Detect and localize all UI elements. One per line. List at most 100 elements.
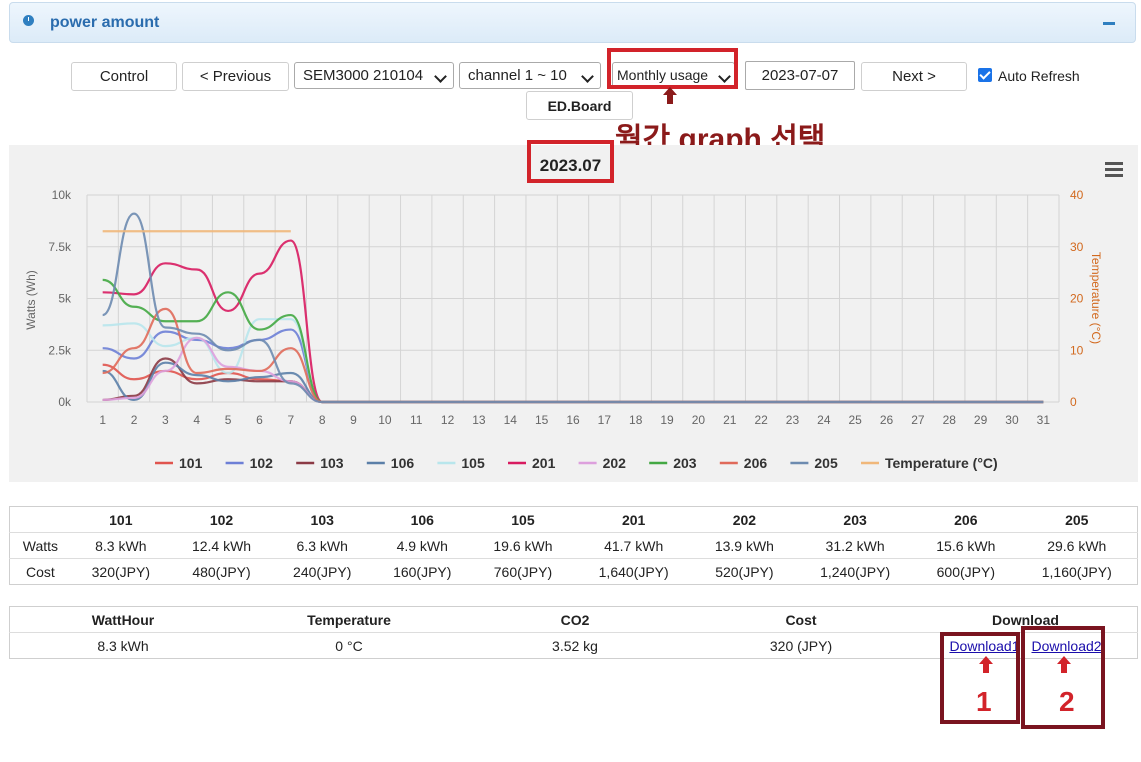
x-tick-label: 15 <box>535 413 549 427</box>
x-tick-label: 4 <box>193 413 200 427</box>
column-header: 102 <box>209 511 234 528</box>
legend-label: 106 <box>391 455 415 471</box>
x-tick-label: 11 <box>410 413 423 427</box>
y-axis-label: Watts (Wh) <box>24 270 38 330</box>
column-header: Temperature <box>307 611 391 628</box>
y2-tick-label: 30 <box>1070 240 1084 254</box>
chart-legend: 101 102 103 106 105 201 202 203 206 205 Temperatur… <box>155 455 998 471</box>
table-row: Watts 8.3 kWh 12.4 kWh 6.3 kWh 4.9 kWh 19.6 k… <box>9 532 1138 559</box>
legend-label: 202 <box>603 455 627 471</box>
legend-label: 101 <box>179 455 203 471</box>
column-header: 105 <box>511 511 535 528</box>
column-header: 101 <box>109 511 133 528</box>
x-tick-label: 23 <box>786 413 800 427</box>
table-cell: 1,640(JPY) <box>573 558 694 585</box>
y-tick-label: 10k <box>52 188 72 202</box>
x-tick-label: 18 <box>629 413 643 427</box>
x-tick-label: 29 <box>974 413 988 427</box>
annotation-marker-1: 1 <box>976 686 992 717</box>
table-cell: Watts <box>9 532 71 559</box>
y-tick-label: 5k <box>58 292 72 306</box>
table-cell: 12.4 kWh <box>170 532 273 559</box>
power-chart: 0k2.5k5k7.5k10k 010203040 1 2 3 4 5 6 7 8 9 10 11 1… <box>24 188 1103 471</box>
x-tick-label: 21 <box>723 413 737 427</box>
table-cell: 13.9 kWh <box>693 532 796 559</box>
y2-tick-label: 10 <box>1070 343 1084 357</box>
x-tick-label: 3 <box>162 413 169 427</box>
legend-label: 103 <box>320 455 344 471</box>
table-cell: 31.2 kWh <box>795 532 916 559</box>
x-tick-label: 22 <box>754 413 768 427</box>
column-header: WattHour <box>91 611 155 628</box>
x-tick-label: 14 <box>504 413 518 427</box>
table-cell: 480(JPY) <box>170 558 273 585</box>
y2-tick-label: 40 <box>1070 188 1084 202</box>
annotation-arrow-stem <box>983 664 989 673</box>
summary-table-header: 101 102 103 106 105 201 202 203 206 205 <box>10 507 1138 533</box>
table-cell: 29.6 kWh <box>1016 532 1138 559</box>
table-cell: 6.3 kWh <box>272 532 373 559</box>
table-cell: 4.9 kWh <box>372 532 473 559</box>
table-cell: 15.6 kWh <box>915 532 1017 559</box>
column-header: 203 <box>843 511 867 528</box>
y-axis-ticks: 0k 2.5k 5k 7.5k 10k <box>48 188 72 409</box>
x-tick-label: 16 <box>566 413 580 427</box>
column-header: Cost <box>785 611 817 628</box>
x-tick-label: 30 <box>1005 413 1019 427</box>
table-cell: 600(JPY) <box>915 558 1017 585</box>
co2-value: 3.52 kg <box>462 632 688 659</box>
table-cell: 41.7 kWh <box>573 532 694 559</box>
y2-tick-label: 0 <box>1070 395 1077 409</box>
legend-label: Temperature (°C) <box>885 455 998 471</box>
table-cell: 240(JPY) <box>272 558 373 585</box>
table-row: Cost 320(JPY) 480(JPY) 240(JPY) 160(JPY) 760(… <box>9 558 1138 585</box>
y-tick-label: 7.5k <box>48 240 72 254</box>
x-tick-label: 5 <box>225 413 232 427</box>
x-tick-label: 19 <box>660 413 674 427</box>
annotation-arrow-icon <box>1057 656 1071 664</box>
column-header: 205 <box>1065 511 1089 528</box>
column-header: 201 <box>621 511 646 528</box>
legend-label: 203 <box>673 455 697 471</box>
y2-tick-label: 20 <box>1070 292 1084 306</box>
x-tick-label: 1 <box>99 413 106 427</box>
table-cell: 320(JPY) <box>70 558 171 585</box>
table-cell: 19.6 kWh <box>472 532 574 559</box>
y2-axis-ticks: 0 10 20 30 40 <box>1070 188 1084 409</box>
x-tick-label: 24 <box>817 413 831 427</box>
x-tick-label: 12 <box>441 413 455 427</box>
table-cell: 760(JPY) <box>472 558 574 585</box>
column-header <box>10 507 71 533</box>
column-header: 206 <box>954 511 978 528</box>
table-cell: 1,240(JPY) <box>795 558 916 585</box>
legend-label: 205 <box>814 455 838 471</box>
table-cell: Cost <box>9 558 71 585</box>
y2-axis-label: Temperature (°C) <box>1089 252 1103 344</box>
x-tick-label: 25 <box>849 413 863 427</box>
x-tick-label: 13 <box>472 413 486 427</box>
table-cell: 160(JPY) <box>372 558 473 585</box>
x-tick-label: 27 <box>911 413 925 427</box>
column-header: 202 <box>732 511 757 528</box>
totals-table-header: WattHour Temperature CO2 Cost Download <box>10 607 1138 633</box>
x-tick-label: 2 <box>131 413 138 427</box>
temperature-value: 0 °C <box>236 632 462 659</box>
annotation-arrow-stem <box>1061 664 1067 673</box>
x-tick-label: 26 <box>880 413 894 427</box>
y-tick-label: 2.5k <box>48 343 72 357</box>
x-tick-label: 9 <box>350 413 357 427</box>
x-tick-label: 6 <box>256 413 263 427</box>
table-cell: 1,160(JPY) <box>1016 558 1138 585</box>
x-tick-label: 20 <box>692 413 706 427</box>
x-tick-label: 10 <box>378 413 392 427</box>
x-tick-label: 31 <box>1037 413 1051 427</box>
x-tick-label: 8 <box>319 413 326 427</box>
y-tick-label: 0k <box>58 395 72 409</box>
x-tick-label: 7 <box>287 413 294 427</box>
watthour-value: 8.3 kWh <box>9 632 236 659</box>
x-tick-label: 28 <box>943 413 957 427</box>
column-header: CO2 <box>560 611 590 628</box>
legend-label: 105 <box>461 455 485 471</box>
column-header: 106 <box>410 511 434 528</box>
annotation-arrow-icon <box>979 656 993 664</box>
